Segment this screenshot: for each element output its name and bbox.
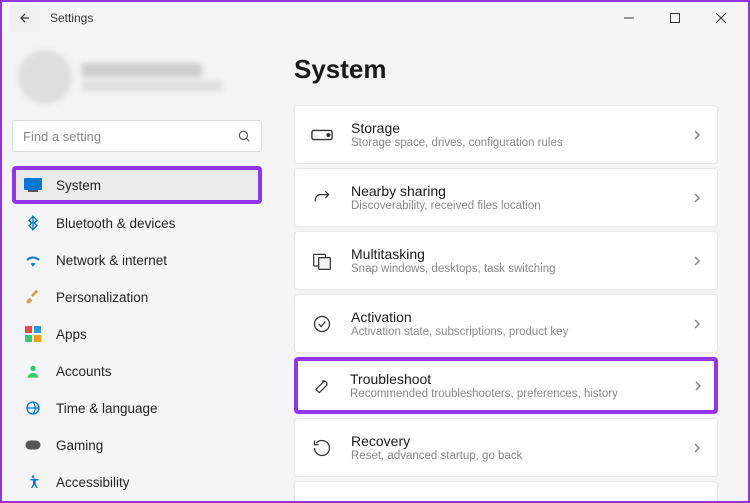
card-nearby-sharing[interactable]: Nearby sharing Discoverability, received… [294,168,718,227]
card-title: Recovery [351,433,675,449]
project-icon [311,498,333,501]
chevron-right-icon [693,442,701,454]
person-icon [24,362,42,380]
user-text [82,63,222,91]
search-box[interactable] [12,120,262,152]
window-controls [606,2,744,34]
sidebar-item-label: System [56,178,101,193]
chevron-right-icon [694,380,702,392]
sidebar-item-bluetooth[interactable]: Bluetooth & devices [12,205,262,241]
sidebar-item-accessibility[interactable]: Accessibility [12,464,262,500]
check-circle-icon [311,313,333,335]
sidebar-item-gaming[interactable]: Gaming [12,427,262,463]
card-text: Troubleshoot Recommended troubleshooters… [350,371,676,400]
sidebar-item-label: Accessibility [56,475,130,490]
window-title: Settings [50,11,93,25]
card-title: Projecting to this PC [351,501,675,502]
minimize-button[interactable] [606,2,652,34]
card-subtitle: Discoverability, received files location [351,200,675,212]
card-projecting[interactable]: Projecting to this PC [294,481,718,501]
accessibility-icon [24,473,42,491]
card-text: Storage Storage space, drives, configura… [351,120,675,149]
card-text: Nearby sharing Discoverability, received… [351,183,675,212]
card-title: Troubleshoot [350,371,676,387]
sidebar-item-personalization[interactable]: Personalization [12,279,262,315]
card-activation[interactable]: Activation Activation state, subscriptio… [294,294,718,353]
brush-icon [24,288,42,306]
card-storage[interactable]: Storage Storage space, drives, configura… [294,105,718,164]
page-title: System [294,54,718,85]
card-subtitle: Reset, advanced startup, go back [351,450,675,462]
search-icon [237,129,251,143]
sidebar-item-label: Accounts [56,364,112,379]
card-title: Multitasking [351,246,675,262]
wifi-icon [24,251,42,269]
avatar [18,50,72,104]
sidebar-item-label: Personalization [56,290,148,305]
card-multitasking[interactable]: Multitasking Snap windows, desktops, tas… [294,231,718,290]
card-text: Projecting to this PC [351,501,675,502]
user-profile[interactable] [12,42,262,120]
card-title: Storage [351,120,675,136]
bluetooth-icon [24,214,42,232]
card-recovery[interactable]: Recovery Reset, advanced startup, go bac… [294,418,718,477]
apps-icon [24,325,42,343]
globe-clock-icon [24,399,42,417]
sidebar-item-label: Apps [56,327,87,342]
sidebar-item-label: Time & language [56,401,158,416]
sidebar-item-system[interactable]: System [12,166,262,204]
card-subtitle: Recommended troubleshooters, preferences… [350,388,676,400]
chevron-right-icon [693,129,701,141]
sidebar-item-network[interactable]: Network & internet [12,242,262,278]
gamepad-icon [24,436,42,454]
chevron-right-icon [693,192,701,204]
chevron-right-icon [693,318,701,330]
card-subtitle: Snap windows, desktops, task switching [351,263,675,275]
recovery-icon [311,437,333,459]
main-content: System Storage Storage space, drives, co… [272,34,748,501]
system-icon [24,176,42,194]
close-button[interactable] [698,2,744,34]
card-text: Activation Activation state, subscriptio… [351,309,675,338]
chevron-right-icon [693,255,701,267]
wrench-icon [310,375,332,397]
card-title: Nearby sharing [351,183,675,199]
card-subtitle: Activation state, subscriptions, product… [351,326,675,338]
card-subtitle: Storage space, drives, configuration rul… [351,137,675,149]
card-title: Activation [351,309,675,325]
search-input[interactable] [23,129,237,144]
back-button[interactable] [10,4,40,32]
titlebar: Settings [2,2,748,34]
sidebar-item-label: Bluetooth & devices [56,216,175,231]
storage-icon [311,124,333,146]
sidebar-item-label: Network & internet [56,253,167,268]
sidebar: System Bluetooth & devices Network & int… [2,34,272,501]
sidebar-item-accounts[interactable]: Accounts [12,353,262,389]
card-troubleshoot[interactable]: Troubleshoot Recommended troubleshooters… [294,357,718,414]
sidebar-item-time[interactable]: Time & language [12,390,262,426]
multitask-icon [311,250,333,272]
card-text: Recovery Reset, advanced startup, go bac… [351,433,675,462]
share-icon [311,187,333,209]
card-text: Multitasking Snap windows, desktops, tas… [351,246,675,275]
maximize-button[interactable] [652,2,698,34]
sidebar-item-label: Gaming [56,438,103,453]
sidebar-item-apps[interactable]: Apps [12,316,262,352]
